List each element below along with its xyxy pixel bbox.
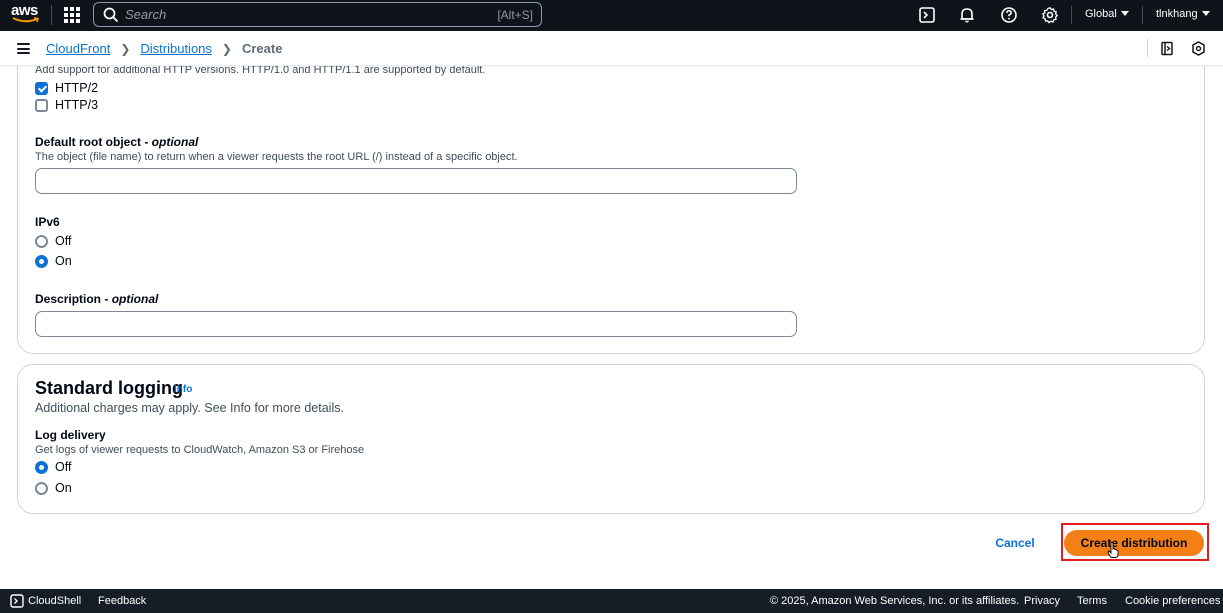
- top-navigation: aws Search [Alt+S] Global tlnkhang: [0, 0, 1223, 31]
- log-delivery-label: Log delivery: [35, 428, 106, 442]
- chevron-right-icon: ❯: [120, 41, 131, 56]
- footer-feedback-link[interactable]: Feedback: [98, 595, 146, 607]
- breadcrumb-cloudfront[interactable]: CloudFront: [46, 41, 110, 56]
- hand-cursor-icon: [1107, 542, 1119, 558]
- root-object-description: The object (file name) to return when a …: [35, 151, 518, 163]
- description-optional: optional: [111, 292, 159, 306]
- aws-logo[interactable]: aws: [11, 2, 41, 26]
- log-delivery-description: Get logs of viewer requests to CloudWatc…: [35, 444, 365, 456]
- http2-checkbox[interactable]: [35, 82, 48, 95]
- http3-label[interactable]: HTTP/3: [55, 98, 98, 112]
- settings-gear-icon[interactable]: [1041, 6, 1059, 24]
- breadcrumb: CloudFront ❯ Distributions ❯ Create: [46, 41, 282, 56]
- footer-privacy-link[interactable]: Privacy: [1024, 595, 1060, 607]
- ipv6-off-radio[interactable]: [35, 235, 48, 248]
- description-label: Description - optional: [35, 292, 158, 306]
- nav-divider: [1071, 6, 1072, 24]
- apps-grid-icon[interactable]: [62, 5, 82, 25]
- breadcrumb-distributions[interactable]: Distributions: [140, 41, 212, 56]
- standard-logging-panel: [17, 364, 1205, 514]
- breadcrumb-bar: CloudFront ❯ Distributions ❯ Create: [0, 31, 1223, 66]
- create-distribution-button[interactable]: Create distribution: [1064, 530, 1204, 556]
- footer-terms-link[interactable]: Terms: [1077, 595, 1107, 607]
- search-input[interactable]: Search [Alt+S]: [93, 2, 542, 27]
- description-label-text: Description -: [35, 292, 112, 306]
- http3-checkbox[interactable]: [35, 99, 48, 112]
- menu-icon[interactable]: [17, 43, 30, 54]
- security-icon[interactable]: [1191, 41, 1206, 56]
- breadcrumb-current: Create: [241, 41, 283, 56]
- ipv6-on-label[interactable]: On: [55, 254, 72, 268]
- nav-divider: [1142, 6, 1143, 24]
- description-input[interactable]: [35, 311, 797, 337]
- footer-cloudshell-link[interactable]: CloudShell: [28, 595, 81, 607]
- log-delivery-on-radio[interactable]: [35, 482, 48, 495]
- toolbar-divider: [1147, 39, 1148, 57]
- http2-label[interactable]: HTTP/2: [55, 81, 98, 95]
- nav-separator: [51, 5, 52, 25]
- search-placeholder: Search: [125, 7, 167, 22]
- help-icon[interactable]: [1000, 6, 1018, 24]
- user-label: tlnkhang: [1156, 8, 1198, 20]
- search-shortcut: [Alt+S]: [497, 7, 533, 22]
- footer-copyright: © 2025, Amazon Web Services, Inc. or its…: [770, 595, 1020, 607]
- region-selector[interactable]: Global: [1085, 8, 1129, 20]
- root-object-label: Default root object - optional: [35, 135, 198, 149]
- cancel-button[interactable]: Cancel: [990, 533, 1040, 553]
- ipv6-label: IPv6: [35, 215, 60, 229]
- tools-panel-icon[interactable]: [1160, 41, 1175, 56]
- standard-logging-title: Standard logging: [35, 378, 183, 398]
- footer-cookie-preferences-link[interactable]: Cookie preferences: [1125, 595, 1220, 607]
- cloudshell-icon: [10, 594, 24, 608]
- caret-down-icon: [1120, 11, 1129, 16]
- log-delivery-on-label[interactable]: On: [55, 481, 72, 495]
- footer: CloudShell Feedback © 2025, Amazon Web S…: [0, 589, 1223, 613]
- region-label: Global: [1085, 8, 1117, 20]
- info-link[interactable]: Info: [174, 384, 192, 395]
- root-object-input[interactable]: [35, 168, 797, 194]
- search-icon: [103, 7, 119, 22]
- logging-subtitle: Additional charges may apply. See Info f…: [35, 401, 344, 415]
- aws-smile-icon: [12, 17, 39, 23]
- notifications-bell-icon[interactable]: [958, 6, 976, 24]
- ipv6-on-radio[interactable]: [35, 255, 48, 268]
- root-object-label-text: Default root object -: [35, 135, 152, 149]
- log-delivery-off-radio[interactable]: [35, 461, 48, 474]
- aws-logo-text: aws: [11, 2, 38, 19]
- ipv6-off-label[interactable]: Off: [55, 234, 71, 248]
- chevron-right-icon: ❯: [221, 41, 232, 56]
- cloudshell-icon[interactable]: [918, 6, 936, 24]
- root-object-optional: optional: [151, 135, 199, 149]
- caret-down-icon: [1201, 11, 1210, 16]
- settings-panel: [17, 40, 1205, 354]
- account-menu[interactable]: tlnkhang: [1156, 8, 1210, 20]
- log-delivery-off-label[interactable]: Off: [55, 460, 71, 474]
